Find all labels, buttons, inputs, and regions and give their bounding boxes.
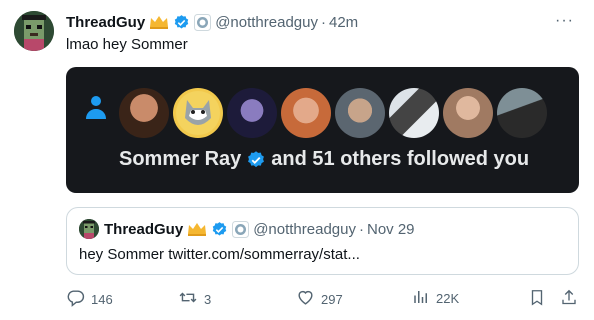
affiliate-badge-icon bbox=[232, 220, 250, 238]
follower-avatar bbox=[281, 88, 331, 138]
follower-avatar bbox=[389, 88, 439, 138]
quoted-author-avatar bbox=[79, 219, 99, 239]
tweet-time[interactable]: 42m bbox=[329, 14, 358, 31]
quoted-author-name: ThreadGuy bbox=[104, 220, 184, 238]
retweet-button[interactable]: 3 bbox=[178, 288, 211, 310]
author-handle[interactable]: @notthreadguy bbox=[215, 14, 318, 31]
quoted-tweet-text: hey Sommer twitter.com/sommerray/stat... bbox=[79, 246, 360, 263]
affiliate-badge-icon bbox=[194, 13, 212, 31]
retweet-icon bbox=[178, 288, 198, 310]
follower-avatar bbox=[443, 88, 493, 138]
like-button[interactable]: 297 bbox=[296, 288, 343, 310]
follower-avatars bbox=[119, 88, 551, 138]
author-name[interactable]: ThreadGuy bbox=[66, 14, 145, 31]
reply-count: 146 bbox=[91, 291, 113, 307]
person-icon bbox=[83, 94, 109, 125]
verified-icon bbox=[246, 150, 266, 170]
separator-dot: · bbox=[358, 220, 364, 238]
verified-icon bbox=[173, 14, 190, 31]
follower-avatar bbox=[173, 88, 223, 138]
quoted-author-handle: @notthreadguy bbox=[253, 220, 356, 238]
followed-name: Sommer Ray bbox=[119, 148, 242, 170]
bookmark-icon bbox=[528, 288, 546, 310]
tweet-header: ThreadGuy @notthreadguy · 42m ··· bbox=[66, 12, 574, 32]
separator-dot: · bbox=[320, 13, 326, 31]
author-avatar[interactable] bbox=[14, 11, 54, 51]
views-icon bbox=[412, 288, 430, 309]
quoted-tweet-date: Nov 29 bbox=[366, 220, 415, 238]
follow-notification-text: Sommer Ray and 51 others followed you bbox=[119, 148, 529, 171]
attached-image-card[interactable]: Sommer Ray and 51 others followed you bbox=[66, 67, 579, 193]
heart-icon bbox=[296, 288, 315, 310]
reply-button[interactable]: 146 bbox=[66, 288, 113, 310]
views-button[interactable]: 22K bbox=[412, 288, 459, 309]
views-count: 22K bbox=[436, 291, 460, 306]
tweet-text: lmao hey Sommer bbox=[66, 36, 188, 53]
crown-icon bbox=[187, 221, 207, 237]
reply-icon bbox=[66, 288, 85, 310]
share-icon bbox=[560, 288, 578, 310]
quoted-tweet-header: ThreadGuy @notthreadguy · Nov 29 bbox=[79, 219, 415, 239]
share-button[interactable] bbox=[560, 288, 578, 310]
followed-suffix: and 51 others followed you bbox=[271, 148, 530, 170]
verified-icon bbox=[211, 221, 228, 238]
follower-avatar bbox=[227, 88, 277, 138]
follower-avatar bbox=[335, 88, 385, 138]
like-count: 297 bbox=[321, 291, 343, 307]
crown-icon bbox=[149, 14, 169, 30]
quoted-tweet[interactable]: ThreadGuy @notthreadguy · Nov 29 hey Som… bbox=[66, 207, 579, 275]
bookmark-button[interactable] bbox=[528, 288, 546, 310]
more-options-icon[interactable]: ··· bbox=[555, 12, 574, 30]
follower-avatar bbox=[119, 88, 169, 138]
follower-avatar bbox=[497, 88, 547, 138]
action-bar: 146 3 297 22K bbox=[66, 288, 580, 308]
retweet-count: 3 bbox=[204, 291, 212, 307]
